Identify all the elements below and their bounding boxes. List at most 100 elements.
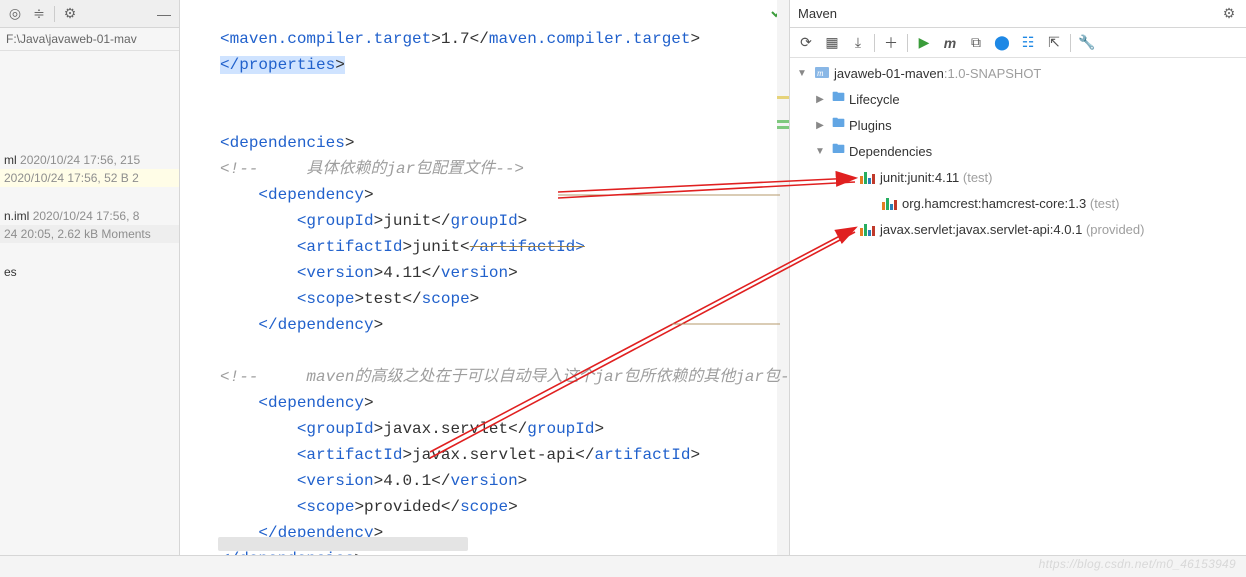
xml-tag: groupId: [450, 212, 517, 230]
dep-label: javax.servlet:javax.servlet-api:4.0.1: [880, 222, 1082, 237]
gear-icon[interactable]: ⚙: [1220, 5, 1238, 23]
tree-label: Plugins: [849, 118, 892, 133]
maven-header: Maven ⚙: [790, 0, 1246, 28]
maven-panel: Maven ⚙ ⟳ ▦ ⤓ ＋ ▶ m ⧉ ⬤ ☷ ⇱ 🔧 ▼ m javawe…: [790, 0, 1246, 577]
download-icon[interactable]: ⤓: [846, 31, 870, 55]
file-row[interactable]: es: [0, 263, 179, 281]
xml-tag: groupId: [306, 420, 373, 438]
tree-label: Dependencies: [849, 144, 932, 159]
xml-tag: properties: [239, 56, 335, 74]
tree-dep-row[interactable]: org.hamcrest:hamcrest-core:1.3 (test): [790, 190, 1246, 216]
add-icon[interactable]: ＋: [879, 31, 903, 55]
xml-comment: <!-- 具体依赖的jar包配置文件-->: [220, 160, 524, 178]
xml-tag: dependency: [268, 186, 364, 204]
sep: [1070, 34, 1071, 52]
file-row[interactable]: ml 2020/10/24 17:56, 215: [0, 151, 179, 169]
code: >1.7</: [431, 30, 489, 48]
chevron-down-icon[interactable]: ▼: [812, 146, 828, 157]
dep-scope: (test): [1090, 196, 1120, 211]
xml-tag-struck: /artifactId>: [470, 238, 585, 256]
code: >junit<: [402, 238, 469, 256]
sep: [54, 6, 55, 22]
code: <: [297, 420, 307, 438]
file-row[interactable]: 2020/10/24 17:56, 52 B 2: [0, 169, 179, 187]
code: </: [258, 316, 277, 334]
xml-tag: maven.compiler.target: [230, 30, 432, 48]
file-meta: 24 20:05, 2.62 kB Moments: [4, 227, 151, 241]
project-panel: ◎ ≑ ⚙ — F:\Java\javaweb-01-mav ml 2020/1…: [0, 0, 180, 577]
code: <: [297, 290, 307, 308]
chevron-down-icon[interactable]: ▼: [794, 68, 810, 79]
maven-m-icon[interactable]: m: [938, 31, 962, 55]
code: <: [297, 238, 307, 256]
xml-comment: <!-- maven的高级之处在于可以自动导入这个jar包所依赖的其他jar包-…: [220, 368, 790, 386]
tree-node-dependencies[interactable]: ▼ 🖿 Dependencies: [790, 138, 1246, 164]
dep-scope: (test): [963, 170, 993, 185]
code: >: [690, 446, 700, 464]
code: <: [297, 264, 307, 282]
file-row[interactable]: n.iml 2020/10/24 17:56, 8: [0, 207, 179, 225]
editor-panel: <maven.compiler.target>1.7</maven.compil…: [180, 0, 790, 577]
collapse-icon[interactable]: ≑: [30, 5, 48, 23]
chevron-right-icon[interactable]: ▶: [812, 94, 828, 105]
code: <: [258, 186, 268, 204]
folder-icon: 🖿: [832, 88, 845, 110]
project-toolbar: ◎ ≑ ⚙ —: [0, 0, 179, 28]
gear-icon[interactable]: ⚙: [61, 5, 79, 23]
xml-tag: version: [450, 472, 517, 490]
tree-dep-row[interactable]: junit:junit:4.11 (test): [790, 164, 1246, 190]
target-icon[interactable]: ◎: [6, 5, 24, 23]
minimize-icon[interactable]: —: [155, 5, 173, 23]
tree-dep-row[interactable]: javax.servlet:javax.servlet-api:4.0.1 (p…: [790, 216, 1246, 242]
dep-label: junit:junit:4.11: [880, 170, 959, 185]
file-meta: 2020/10/24 17:56, 52 B 2: [4, 171, 139, 185]
code: >junit</: [374, 212, 451, 230]
code: <: [297, 498, 307, 516]
code: <: [258, 394, 268, 412]
xml-tag: artifactId: [306, 238, 402, 256]
file-meta: 2020/10/24 17:56, 215: [20, 153, 140, 167]
code: >: [345, 134, 355, 152]
code: >provided</: [354, 498, 460, 516]
generate-sources-icon[interactable]: ▦: [820, 31, 844, 55]
xml-tag: version: [306, 472, 373, 490]
chevron-right-icon[interactable]: ▶: [812, 120, 828, 131]
skip-tests-icon[interactable]: ⧉: [964, 31, 988, 55]
tree-node-lifecycle[interactable]: ▶ 🖿 Lifecycle: [790, 86, 1246, 112]
breadcrumb: F:\Java\javaweb-01-mav: [0, 28, 179, 51]
wrench-icon[interactable]: 🔧: [1075, 31, 1099, 55]
xml-tag: scope: [460, 498, 508, 516]
svg-text:m: m: [817, 68, 824, 78]
file-row[interactable]: 24 20:05, 2.62 kB Moments: [0, 225, 179, 243]
code: <: [220, 134, 230, 152]
xml-tag: scope: [306, 290, 354, 308]
file-name: n.iml: [4, 209, 29, 223]
maven-tree: ▼ m javaweb-01-maven:1.0-SNAPSHOT ▶ 🖿 Li…: [790, 58, 1246, 577]
file-meta: 2020/10/24 17:56, 8: [33, 209, 140, 223]
code: >: [374, 316, 384, 334]
tree-root[interactable]: ▼ m javaweb-01-maven:1.0-SNAPSHOT: [790, 60, 1246, 86]
xml-tag: dependency: [278, 316, 374, 334]
code: >: [364, 394, 374, 412]
horizontal-scrollbar[interactable]: [218, 537, 468, 551]
tree-version: :1.0-SNAPSHOT: [944, 66, 1042, 81]
run-icon[interactable]: ▶: [912, 31, 936, 55]
tree-node-plugins[interactable]: ▶ 🖿 Plugins: [790, 112, 1246, 138]
library-icon: [860, 170, 876, 184]
code: >: [508, 264, 518, 282]
code: >: [691, 30, 701, 48]
tree-label: javaweb-01-maven: [834, 66, 944, 81]
xml-tag: scope: [306, 498, 354, 516]
sep: [874, 34, 875, 52]
dep-label: org.hamcrest:hamcrest-core:1.3: [902, 196, 1086, 211]
code: >4.11</: [374, 264, 441, 282]
collapse-all-icon[interactable]: ⇱: [1042, 31, 1066, 55]
maven-module-icon: m: [814, 64, 830, 83]
code-editor[interactable]: <maven.compiler.target>1.7</maven.compil…: [180, 0, 789, 572]
maven-toolbar: ⟳ ▦ ⤓ ＋ ▶ m ⧉ ⬤ ☷ ⇱ 🔧: [790, 28, 1246, 58]
xml-tag: groupId: [306, 212, 373, 230]
code: <: [297, 472, 307, 490]
offline-icon[interactable]: ⬤: [990, 31, 1014, 55]
refresh-icon[interactable]: ⟳: [794, 31, 818, 55]
show-deps-icon[interactable]: ☷: [1016, 31, 1040, 55]
